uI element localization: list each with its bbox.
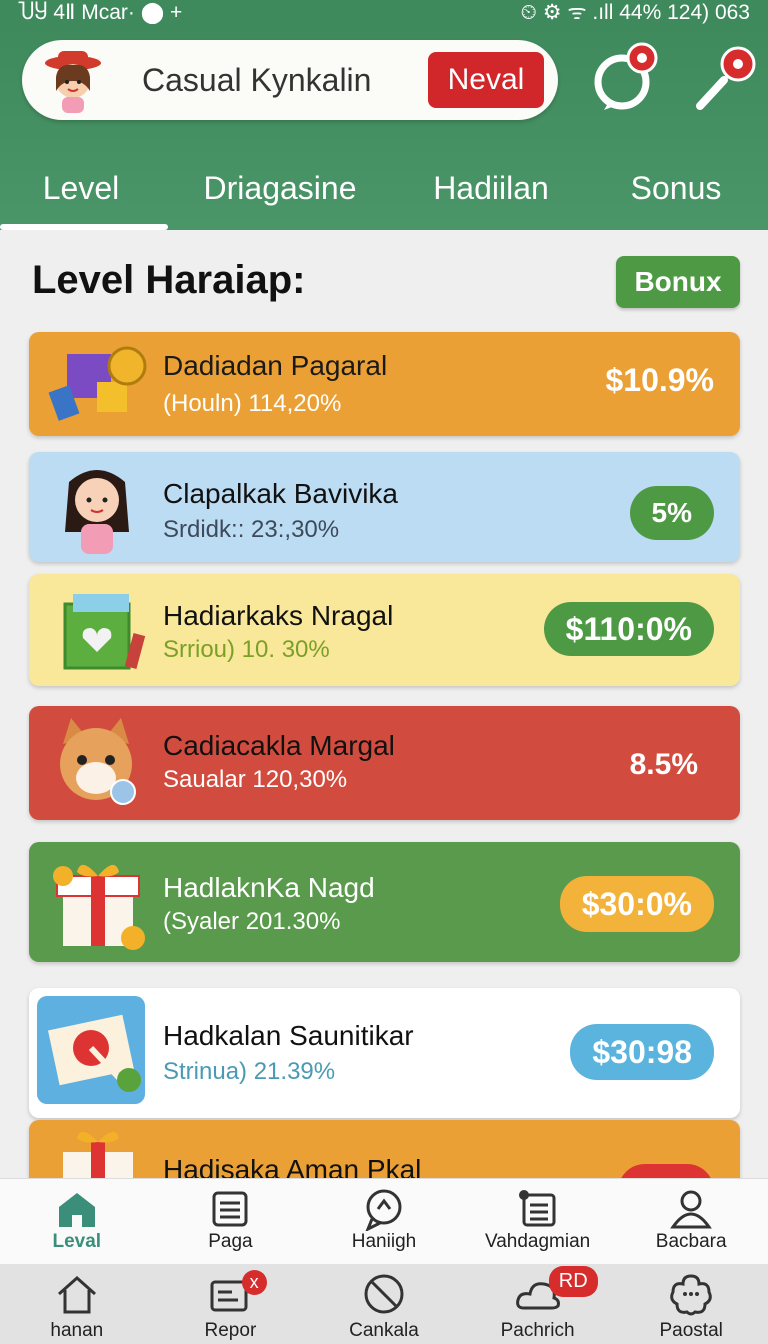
chat-icon	[365, 1189, 402, 1231]
tab-level[interactable]: Level	[0, 150, 168, 230]
item-name: Hadiarkaks Nragal	[163, 600, 394, 631]
item-value: $10.9%	[605, 362, 714, 398]
item-value: 8.5%	[629, 748, 698, 781]
gift-box-icon	[37, 574, 155, 686]
item-subtitle: (Syaler 201.30%	[163, 908, 341, 935]
item-name: Hadkalan Saunitikar	[163, 1020, 414, 1051]
section-title: Level Haraiap:	[32, 258, 306, 302]
nav-vahdagmian[interactable]: Vahdagmian	[461, 1179, 615, 1264]
item-name: Cadiacakla Margal	[163, 730, 395, 761]
nav-paostal[interactable]: Paostal	[614, 1264, 768, 1344]
speech-bubble-icon[interactable]	[592, 42, 662, 112]
notification-badge: RD	[548, 1266, 598, 1297]
app-title: Casual Kynkalin	[142, 61, 372, 98]
user-icon	[670, 1190, 713, 1229]
nav-label: Haniigh	[351, 1231, 417, 1252]
item-value-badge: 5%	[629, 486, 714, 540]
house-outline-icon	[57, 1275, 96, 1314]
item-value-badge: $30:0%	[559, 876, 714, 932]
nav-label: Repor	[204, 1320, 257, 1341]
pin-icon[interactable]	[690, 42, 760, 112]
item-subtitle: Srriou) 10. 30%	[163, 636, 330, 663]
nav-label: Paga	[208, 1231, 253, 1252]
list-icon	[518, 1190, 556, 1227]
cancel-icon	[364, 1274, 404, 1314]
nav-repor[interactable]: x Repor	[154, 1264, 308, 1344]
nav-bacbara[interactable]: Bacbara	[614, 1179, 768, 1264]
nav-haniigh[interactable]: Haniigh	[307, 1179, 461, 1264]
list-item[interactable]: Dadiadan Pagaral (Houln) 114,20% $10.9%	[29, 332, 740, 436]
tab-driagasine[interactable]: Driagasine	[162, 150, 398, 226]
tab-bar: Level Driagasine Hadiilan Sonus	[0, 150, 768, 230]
nav-pachrich[interactable]: RD Pachrich	[461, 1264, 615, 1344]
item-name: Hadisaka Aman Pkal	[163, 1154, 422, 1178]
tab-hadiilan[interactable]: Hadiilan	[398, 150, 584, 226]
item-subtitle: Saualar 120,30%	[163, 766, 348, 793]
list-item[interactable]: Hadkalan Saunitikar Strinua) 21.39% $30:…	[29, 988, 740, 1118]
avatar[interactable]	[40, 47, 106, 113]
item-subtitle: Srdidk:: 23:,30%	[163, 516, 340, 543]
nav-leval[interactable]: Leval	[0, 1179, 154, 1264]
home-icon	[58, 1193, 95, 1227]
status-left: ႮႸ 4Ⅱ Mcar· ⬤ +	[18, 0, 183, 24]
item-subtitle: (Houln) 114,20%	[163, 390, 342, 417]
nav-paga[interactable]: Paga	[154, 1179, 308, 1264]
gift-art-icon	[37, 1120, 155, 1178]
nav-label: Leval	[52, 1231, 102, 1252]
present-art-icon	[37, 842, 155, 962]
bonus-button[interactable]: Bonux	[616, 256, 740, 308]
app-header: Casual Kynkalin Neval Level Driagasine H…	[0, 24, 768, 230]
title-pill[interactable]: Casual Kynkalin Neval	[22, 40, 558, 120]
item-value-badge: $110:0%	[543, 602, 714, 656]
lollipop-art-icon	[37, 988, 155, 1118]
nav-hanan[interactable]: hanan	[0, 1264, 154, 1344]
item-value-badge: $30:98	[570, 1024, 714, 1080]
nav-label: hanan	[50, 1320, 104, 1341]
document-icon	[212, 1191, 248, 1227]
list-item[interactable]: Hadisaka Aman Pkal	[29, 1120, 740, 1178]
notification-badge: x	[241, 1270, 267, 1295]
nav-label: Paostal	[659, 1320, 723, 1341]
status-right: ⏲ ⚙ ᯤ .ıll 44% 124) 063	[520, 1, 751, 24]
status-bar: ႮႸ 4Ⅱ Mcar· ⬤ + ⏲ ⚙ ᯤ .ıll 44% 124) 063	[0, 0, 768, 24]
item-name: Dadiadan Pagaral	[163, 350, 388, 381]
item-name: Clapalkak Bavivika	[163, 478, 398, 509]
cube-art-icon	[37, 332, 155, 436]
nav-label: Pachrich	[500, 1320, 575, 1341]
level-list: Dadiadan Pagaral (Houln) 114,20% $10.9% …	[0, 330, 768, 1178]
system-nav: hanan x Repor Cankala RD Pachrich Paosta…	[0, 1264, 768, 1344]
nav-cankala[interactable]: Cankala	[307, 1264, 461, 1344]
nav-label: Vahdagmian	[484, 1231, 591, 1252]
list-item[interactable]: HadlaknKa Nagd (Syaler 201.30% $30:0%	[29, 842, 740, 962]
list-item[interactable]: Clapalkak Bavivika Srdidk:: 23:,30% 5%	[29, 452, 740, 562]
nav-label: Cankala	[349, 1320, 419, 1341]
neval-button[interactable]: Neval	[428, 52, 544, 108]
item-subtitle: Strinua) 21.39%	[163, 1058, 336, 1085]
bottom-nav: Leval Paga Haniigh Vahdagmian Bacbara	[0, 1178, 768, 1264]
flower-icon	[670, 1274, 712, 1316]
list-item[interactable]: Cadiacakla Margal Saualar 120,30% 8.5%	[29, 706, 740, 820]
item-name: HadlaknKa Nagd	[163, 872, 375, 903]
list-item[interactable]: Hadiarkaks Nragal Srriou) 10. 30% $110:0…	[29, 574, 740, 686]
item-value-badge	[618, 1164, 714, 1178]
girl-art-icon	[37, 452, 155, 562]
tab-sonus[interactable]: Sonus	[584, 150, 768, 226]
cat-art-icon	[37, 706, 155, 820]
nav-label: Bacbara	[655, 1231, 727, 1252]
